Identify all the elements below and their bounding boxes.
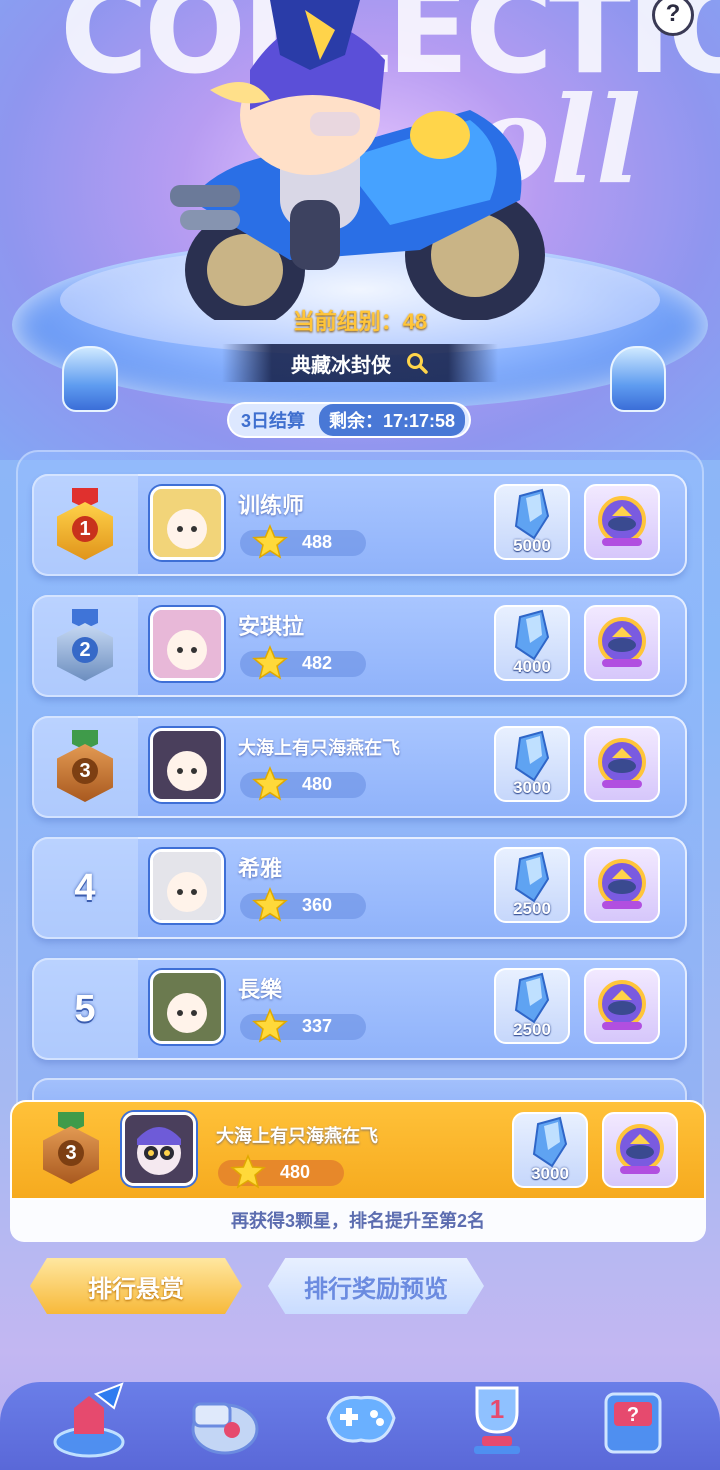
character-name-bar[interactable]: 典藏冰封侠 (222, 344, 498, 382)
reward-car-badge[interactable] (584, 484, 660, 560)
player-avatar[interactable] (150, 486, 224, 560)
nav-game-button[interactable] (316, 1374, 406, 1464)
bronze-medal-icon: 3 (40, 1112, 102, 1186)
reward-crystal[interactable]: 2500 (494, 847, 570, 923)
player-avatar[interactable] (150, 849, 224, 923)
reward-car-badge[interactable] (584, 605, 660, 681)
nav-mystery-button[interactable]: ? (588, 1374, 678, 1464)
magnifier-icon[interactable] (405, 351, 429, 375)
svg-text:?: ? (627, 1404, 639, 1426)
remaining-time: 剩余：17:17:58 (319, 404, 466, 436)
ranking-row[interactable]: 2 安琪拉 482 4000 (32, 595, 687, 697)
player-avatar[interactable] (150, 970, 224, 1044)
rank-cell: 3 (32, 716, 138, 818)
ranking-row[interactable]: 5 長樂 337 2500 (32, 958, 687, 1060)
rank-cell: 4 (32, 837, 138, 939)
svg-text:1: 1 (490, 1394, 504, 1424)
player-name: 安琪拉 (238, 614, 305, 639)
my-player-name: 大海上有只海燕在飞 (216, 1126, 378, 1146)
player-score: 482 (240, 645, 366, 680)
star-icon (230, 1154, 266, 1189)
player-name: 训练师 (238, 493, 305, 518)
my-rank-bar: 3 大海上有只海燕在飞 480 3000 (10, 1100, 706, 1200)
player-name: 長樂 (238, 977, 283, 1002)
rank-number: 5 (74, 987, 96, 1030)
hero-banner: COLLECTION oll 当前组别：48 典藏冰封侠 ? (0, 0, 720, 460)
car-badge-icon (598, 617, 646, 667)
spotlight-right (610, 346, 666, 412)
car-badge-icon (598, 496, 646, 546)
spotlight-left (62, 346, 118, 412)
rank-cell: 5 (32, 958, 138, 1060)
nav-ranking-button[interactable]: 1 (452, 1374, 542, 1464)
reward-crystal[interactable]: 2500 (494, 968, 570, 1044)
reward-car-badge[interactable] (584, 968, 660, 1044)
player-name: 希雅 (238, 856, 283, 881)
rank-number: 4 (74, 866, 96, 909)
reward-car-badge[interactable] (584, 847, 660, 923)
my-avatar[interactable] (122, 1112, 196, 1186)
player-avatar[interactable] (150, 728, 224, 802)
reward-crystal[interactable]: 3000 (512, 1112, 588, 1188)
player-score: 488 (240, 524, 366, 559)
player-score: 337 (240, 1008, 366, 1043)
character-name: 典藏冰封侠 (291, 354, 391, 377)
star-icon (252, 645, 288, 680)
reward-crystal[interactable]: 4000 (494, 605, 570, 681)
car-badge-icon (616, 1124, 664, 1174)
bronze-medal-icon: 3 (54, 730, 116, 804)
settle-period: 3日结算 (241, 411, 306, 431)
whistle-icon (191, 1402, 259, 1455)
trophy-icon: 1 (474, 1386, 520, 1454)
player-score: 360 (240, 887, 366, 922)
tab-reward-preview[interactable]: 排行奖励预览 (268, 1258, 484, 1314)
star-icon (252, 887, 288, 922)
car-badge-icon (598, 738, 646, 788)
tab-rank-bounty[interactable]: 排行悬赏 (30, 1258, 242, 1314)
nav-home-button[interactable] (44, 1374, 134, 1464)
player-score: 480 (240, 766, 366, 801)
home-icon (53, 1382, 125, 1458)
car-badge-icon (598, 980, 646, 1030)
ranking-row[interactable]: 4 希雅 360 2500 (32, 837, 687, 939)
mystery-box-icon: ? (604, 1392, 662, 1454)
current-group-label: 当前组别：48 (292, 309, 428, 334)
rank-cell: 1 (32, 474, 138, 576)
nav-whistle-button[interactable] (180, 1374, 270, 1464)
player-avatar[interactable] (150, 607, 224, 681)
reward-car-badge[interactable] (602, 1112, 678, 1188)
character-rider-illustration[interactable] (170, 0, 560, 320)
silver-medal-icon: 2 (54, 609, 116, 683)
player-name: 大海上有只海燕在飞 (238, 738, 400, 758)
rank-up-hint: 再获得3颗星，排名提升至第2名 (10, 1200, 706, 1242)
ranking-row[interactable]: 1 训练师 488 5000 (32, 474, 687, 576)
star-icon (252, 1008, 288, 1043)
my-score: 480 (218, 1154, 344, 1189)
reward-crystal[interactable]: 5000 (494, 484, 570, 560)
reward-car-badge[interactable] (584, 726, 660, 802)
ranking-row[interactable]: 3 大海上有只海燕在飞 480 3000 (32, 716, 687, 818)
settlement-timer: 3日结算 剩余：17:17:58 (229, 404, 470, 436)
gold-medal-icon: 1 (54, 488, 116, 562)
car-badge-icon (598, 859, 646, 909)
reward-crystal[interactable]: 3000 (494, 726, 570, 802)
rank-cell: 2 (32, 595, 138, 697)
star-icon (252, 766, 288, 801)
star-icon (252, 524, 288, 559)
gamepad-icon (326, 1395, 396, 1443)
